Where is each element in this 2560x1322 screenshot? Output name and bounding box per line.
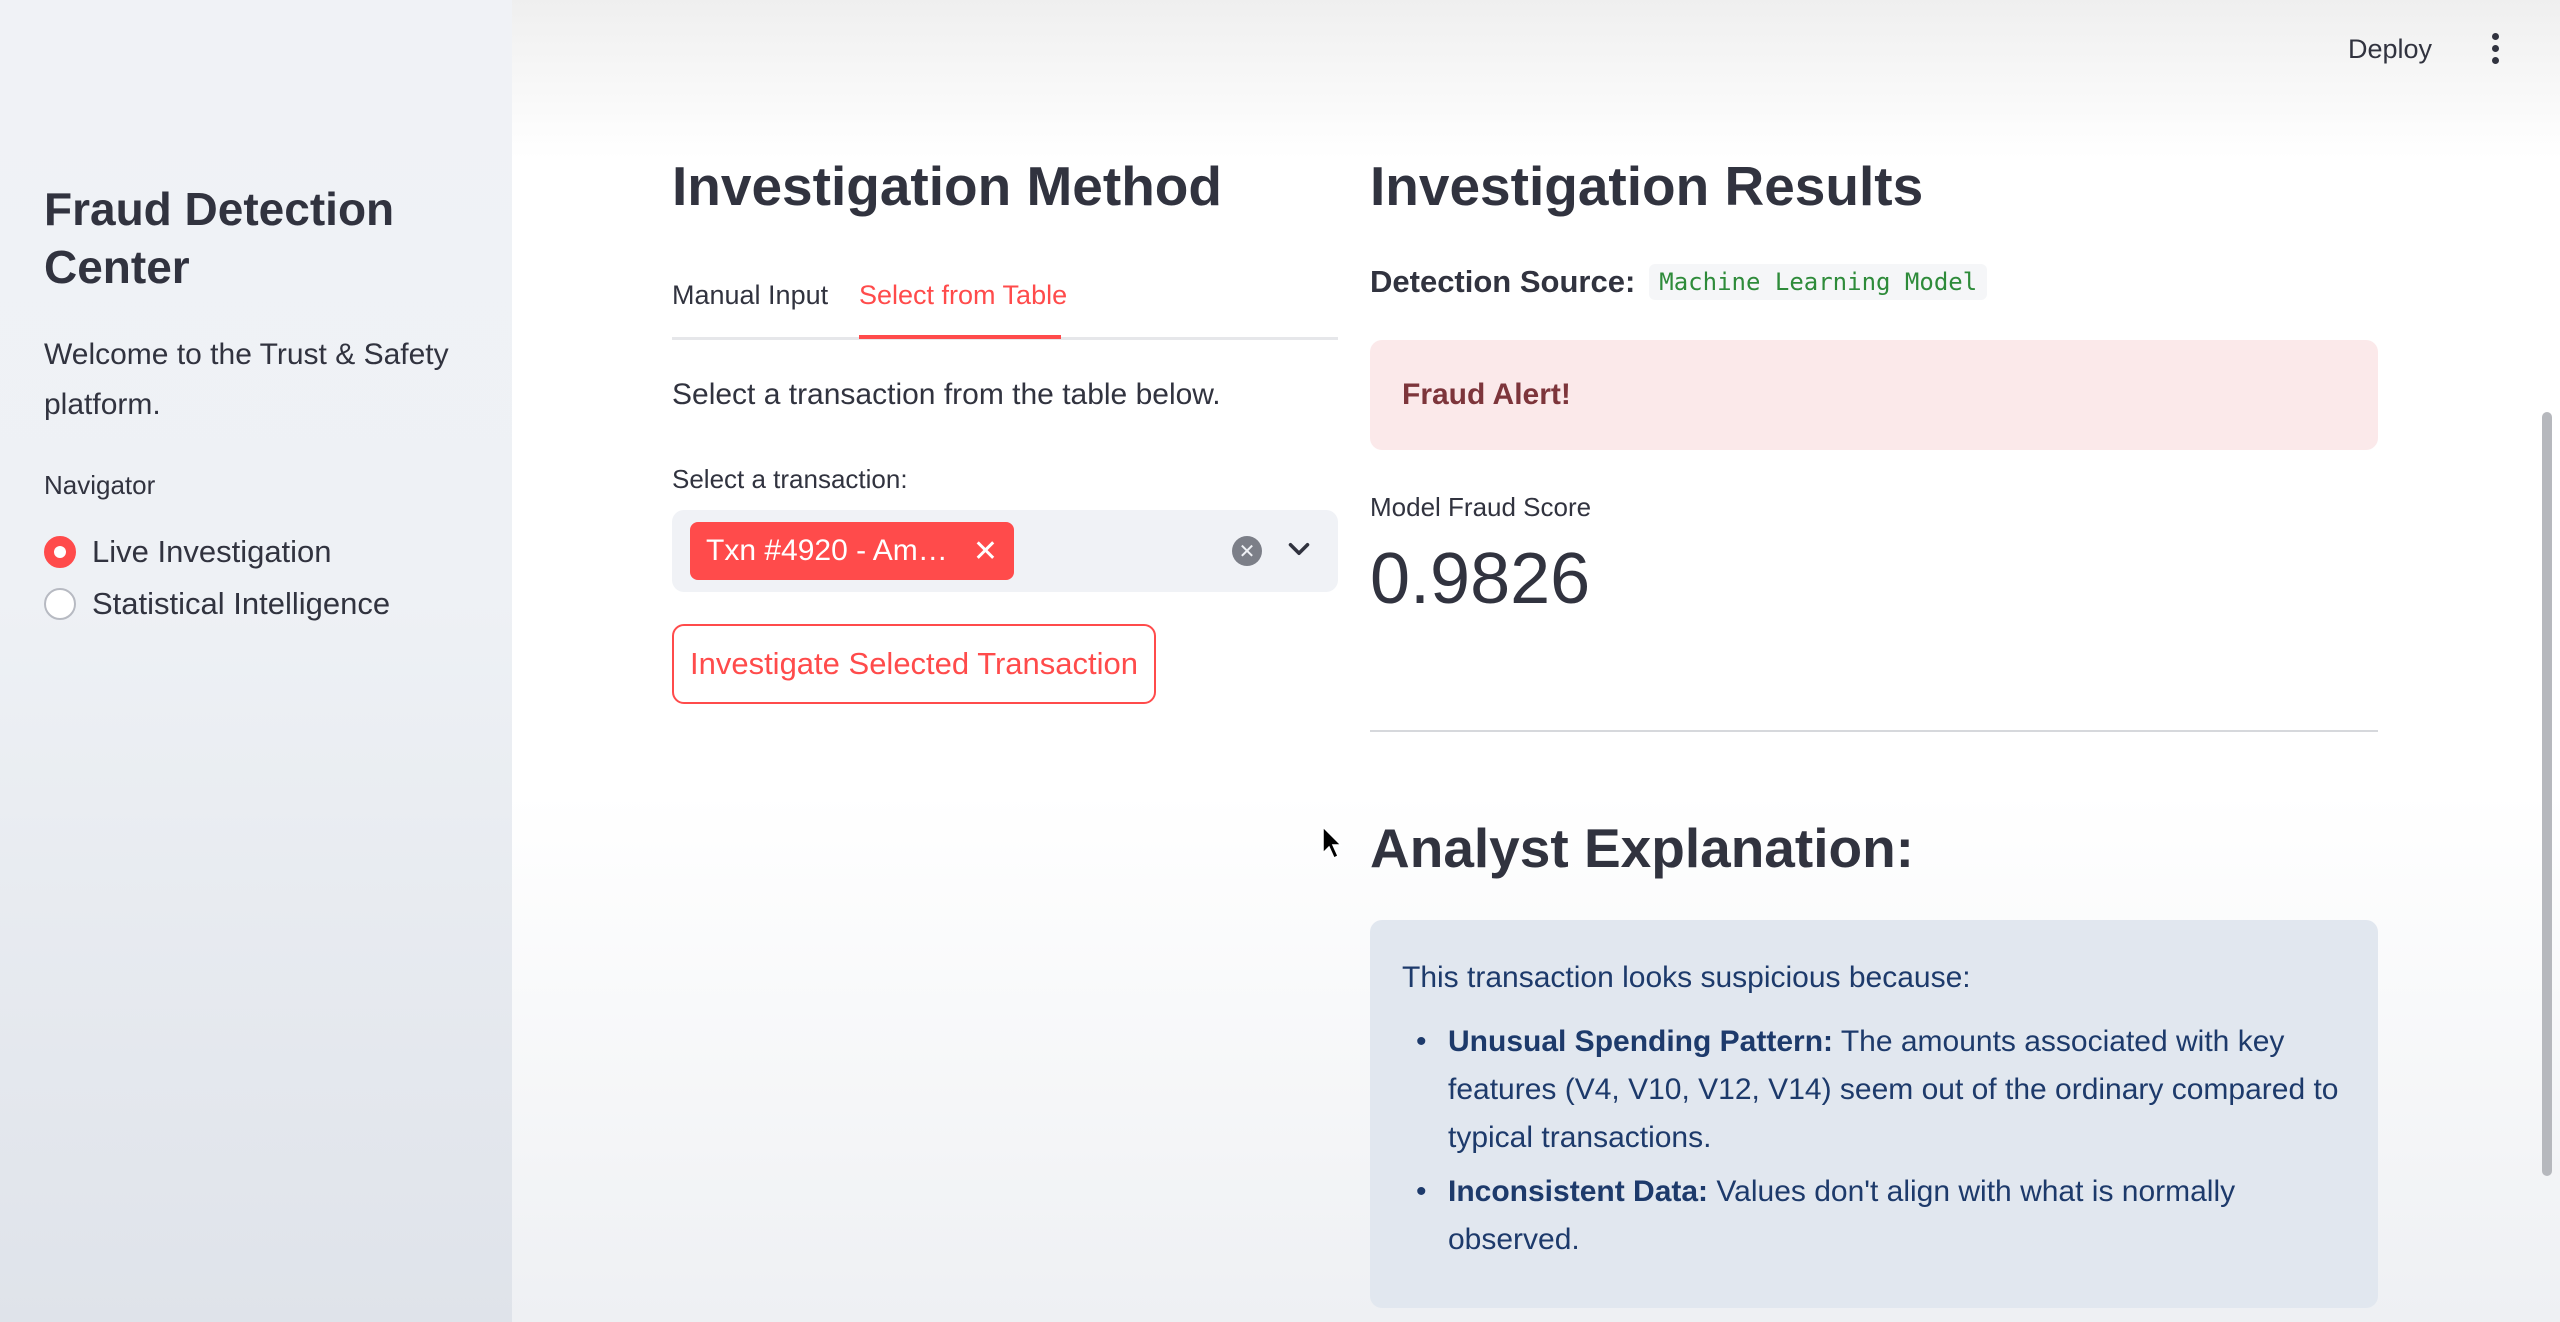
remove-chip-icon[interactable]: ✕ [973,534,998,569]
detection-source: Detection Source: Machine Learning Model [1370,264,1988,300]
section-title-results: Investigation Results [1370,155,1924,217]
chevron-down-icon[interactable] [1282,532,1316,566]
deploy-button[interactable]: Deploy [2348,34,2432,65]
divider [1370,730,2378,732]
radio-label: Statistical Intelligence [92,586,391,621]
scrollbar[interactable] [2542,412,2552,1176]
explanation-intro: This transaction looks suspicious becaus… [1402,961,1971,994]
selected-transaction-chip: Txn #4920 - Amo… ✕ [690,522,1014,580]
fraud-alert: Fraud Alert! [1370,340,2378,450]
chip-label: Txn #4920 - Amo… [706,534,961,567]
tab-select-from-table[interactable]: Select from Table [859,280,1067,311]
welcome-text: Welcome to the Trust & Safety platform. [44,338,449,421]
more-vertical-icon[interactable] [2480,28,2510,68]
instruction-text: Select a transaction from the table belo… [672,378,1221,411]
navigator-label: Navigator [44,470,156,500]
tab-bar: Manual Input Select from Table [672,270,1338,340]
reason-title: Inconsistent Data: [1448,1175,1709,1208]
reason-list: Unusual Spending Pattern: The amounts as… [1402,1018,2346,1264]
sidebar: Fraud Detection Center Welcome to the Tr… [0,0,512,1322]
explanation-box: This transaction looks suspicious becaus… [1370,920,2378,1308]
list-item: Inconsistent Data: Values don't align wi… [1416,1168,2346,1264]
analyst-explanation-title: Analyst Explanation: [1370,817,1914,879]
metric-label: Model Fraud Score [1370,492,1592,522]
radio-checked-icon [44,536,76,568]
detection-source-label: Detection Source: [1370,264,1636,299]
metric-value: 0.9826 [1370,539,1591,619]
investigate-button[interactable]: Investigate Selected Transaction [672,624,1156,704]
transaction-multiselect[interactable]: Txn #4920 - Amo… ✕ ✕ [672,510,1338,592]
navigator-radio-group: Live Investigation Statistical Intellige… [44,526,390,630]
sidebar-title: Fraud Detection Center [44,183,395,293]
radio-live-investigation[interactable]: Live Investigation [44,526,390,578]
select-label: Select a transaction: [672,464,908,494]
list-item: Unusual Spending Pattern: The amounts as… [1416,1018,2346,1162]
mouse-cursor-icon [1322,826,1343,860]
radio-label: Live Investigation [92,534,332,569]
detection-source-value: Machine Learning Model [1649,264,1988,300]
tab-manual-input[interactable]: Manual Input [672,280,828,311]
clear-selection-icon[interactable]: ✕ [1232,536,1262,566]
section-title-method: Investigation Method [672,155,1222,217]
radio-statistical-intelligence[interactable]: Statistical Intelligence [44,578,390,630]
reason-title: Unusual Spending Pattern: [1448,1025,1834,1058]
radio-unchecked-icon [44,588,76,620]
active-tab-indicator [859,335,1061,339]
